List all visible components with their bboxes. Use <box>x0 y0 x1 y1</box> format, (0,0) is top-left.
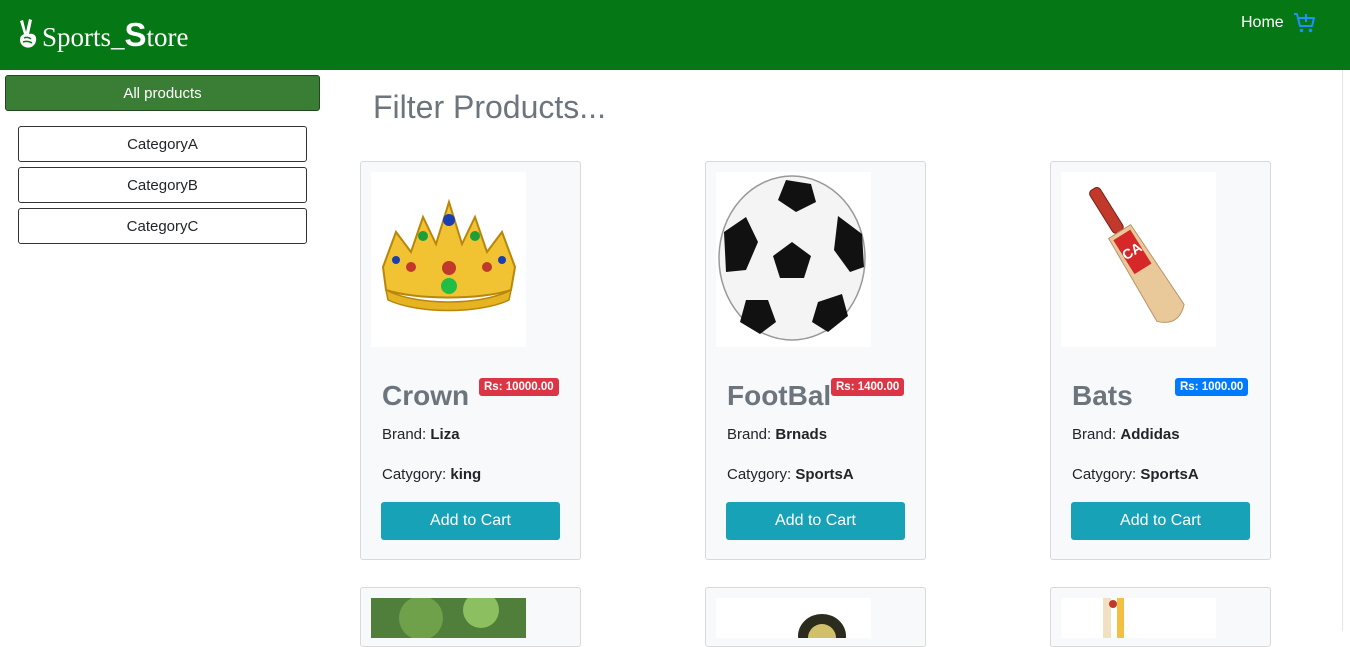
cricket-bat-image: CA <box>1061 172 1216 347</box>
page-title: Filter Products... <box>373 89 606 125</box>
brand-text: Sports_Store <box>42 15 189 53</box>
product-category: Catygory: SportsA <box>1072 466 1199 483</box>
product-card <box>705 587 926 647</box>
add-to-cart-button[interactable]: Add to Cart <box>1071 502 1250 540</box>
cart-icon[interactable] <box>1293 11 1317 35</box>
product-category: Catygory: king <box>382 466 482 483</box>
home-link[interactable]: Home <box>1241 14 1284 32</box>
price-badge: Rs: 1000.00 <box>1175 378 1249 396</box>
product-name: Crown <box>382 380 470 411</box>
product-card <box>1050 587 1271 647</box>
category-c-button[interactable]: CategoryC <box>18 208 307 244</box>
peace-hand-icon <box>20 19 37 48</box>
scrollbar[interactable] <box>1342 70 1350 631</box>
product-brand: Brand: Addidas <box>1072 426 1180 443</box>
add-to-cart-button[interactable]: Add to Cart <box>381 502 560 540</box>
product-name: Bats <box>1072 380 1133 411</box>
navbar: Sports_Store Home <box>0 0 1350 70</box>
product-name: FootBal <box>727 380 832 411</box>
product-category: Catygory: SportsA <box>727 466 854 483</box>
product-card <box>360 587 581 647</box>
product-card: CA Bats Rs: 1000.00 Brand: Addidas Catyg… <box>1050 161 1271 560</box>
product-image <box>1061 598 1216 638</box>
product-brand: Brand: Brnads <box>727 426 828 443</box>
category-a-button[interactable]: CategoryA <box>18 126 307 162</box>
add-to-cart-button[interactable]: Add to Cart <box>726 502 905 540</box>
product-image <box>371 598 526 638</box>
price-badge: Rs: 10000.00 <box>479 378 559 396</box>
all-products-button[interactable]: All products <box>5 75 320 111</box>
product-image <box>716 598 871 638</box>
crown-image <box>371 172 526 347</box>
football-image <box>716 172 871 347</box>
price-badge: Rs: 1400.00 <box>831 378 905 396</box>
product-card: Crown Rs: 10000.00 Brand: Liza Catygory:… <box>360 161 581 560</box>
product-brand: Brand: Liza <box>382 426 460 443</box>
category-b-button[interactable]: CategoryB <box>18 167 307 203</box>
brand-link[interactable]: Sports_Store <box>16 12 189 56</box>
product-card: FootBal Rs: 1400.00 Brand: Brnads Catygo… <box>705 161 926 560</box>
